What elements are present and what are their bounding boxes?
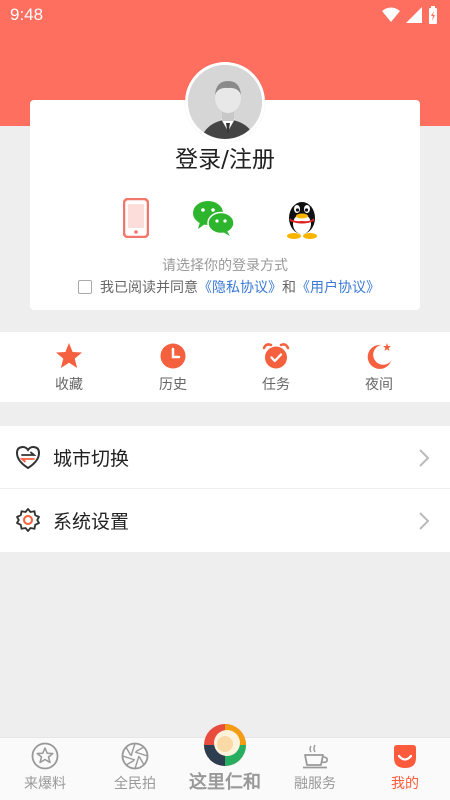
agreement-and-text: 和	[282, 280, 296, 296]
tab-report[interactable]: 来爆料	[0, 738, 90, 800]
clock-icon	[160, 343, 186, 369]
settings-gear-icon	[16, 508, 40, 532]
quick-actions-row: 收藏 历史 任务 夜间	[0, 332, 450, 402]
app-logo-icon[interactable]	[202, 722, 248, 768]
avatar[interactable]	[185, 62, 265, 142]
chevron-right-icon	[419, 512, 430, 530]
profile-face-icon	[394, 745, 416, 768]
chevron-right-icon	[419, 449, 430, 467]
battery-icon	[429, 6, 437, 24]
quick-item-favorites[interactable]: 收藏	[29, 332, 109, 402]
tab-label: 融服务	[294, 776, 336, 792]
tab-label: 我的	[391, 776, 419, 792]
menu-item-label: 系统设置	[53, 511, 130, 533]
quick-item-label: 收藏	[55, 377, 83, 393]
tab-label: 来爆料	[24, 776, 66, 792]
quick-item-night-mode[interactable]: 夜间	[339, 332, 419, 402]
wechat-login-icon	[193, 201, 235, 236]
agreement-row: 我已阅读并同意 《隐私协议》 和 《用户协议》	[78, 277, 380, 297]
signal-icon	[406, 7, 422, 23]
tab-mine[interactable]: 我的	[360, 738, 450, 800]
user-agreement-link[interactable]: 《用户协议》	[296, 277, 380, 297]
menu-item-system-settings[interactable]: 系统设置	[0, 489, 450, 552]
camera-shutter-icon	[121, 742, 149, 770]
wifi-icon	[382, 7, 400, 22]
quick-item-label: 夜间	[365, 377, 393, 393]
moon-icon	[367, 343, 391, 369]
star-icon	[56, 343, 82, 368]
status-bar: 9:48	[0, 0, 450, 32]
quick-item-tasks[interactable]: 任务	[236, 332, 316, 402]
quick-item-label: 历史	[159, 377, 187, 393]
status-time: 9:48	[10, 5, 44, 24]
agreement-checkbox[interactable]	[78, 280, 92, 294]
alarm-icon	[262, 343, 290, 369]
city-switch-icon	[15, 445, 41, 470]
login-title[interactable]: 登录/注册	[0, 140, 450, 174]
status-icons	[382, 6, 438, 24]
tab-photo[interactable]: 全民拍	[90, 738, 180, 800]
qq-login-button[interactable]	[280, 196, 324, 240]
quick-item-label: 任务	[262, 377, 290, 393]
menu-item-city-switch[interactable]: 城市切换	[0, 426, 450, 489]
coffee-cup-icon	[303, 744, 328, 769]
quick-item-history[interactable]: 历史	[133, 332, 213, 402]
phone-login-button[interactable]	[114, 196, 158, 240]
login-hint: 请选择你的登录方式	[162, 258, 288, 274]
menu-item-label: 城市切换	[53, 448, 130, 470]
wechat-login-button[interactable]	[192, 196, 236, 240]
login-methods	[0, 196, 450, 240]
privacy-policy-link[interactable]: 《隐私协议》	[198, 277, 282, 297]
tab-center-label[interactable]: 这里仁和	[180, 768, 270, 794]
agreement-text: 我已阅读并同意	[100, 280, 198, 296]
report-star-icon	[31, 742, 59, 770]
tab-label: 全民拍	[114, 776, 156, 792]
tab-services[interactable]: 融服务	[270, 738, 360, 800]
phone-login-icon	[123, 198, 149, 238]
settings-menu: 城市切换 系统设置	[0, 426, 450, 552]
qq-login-icon	[287, 202, 317, 239]
